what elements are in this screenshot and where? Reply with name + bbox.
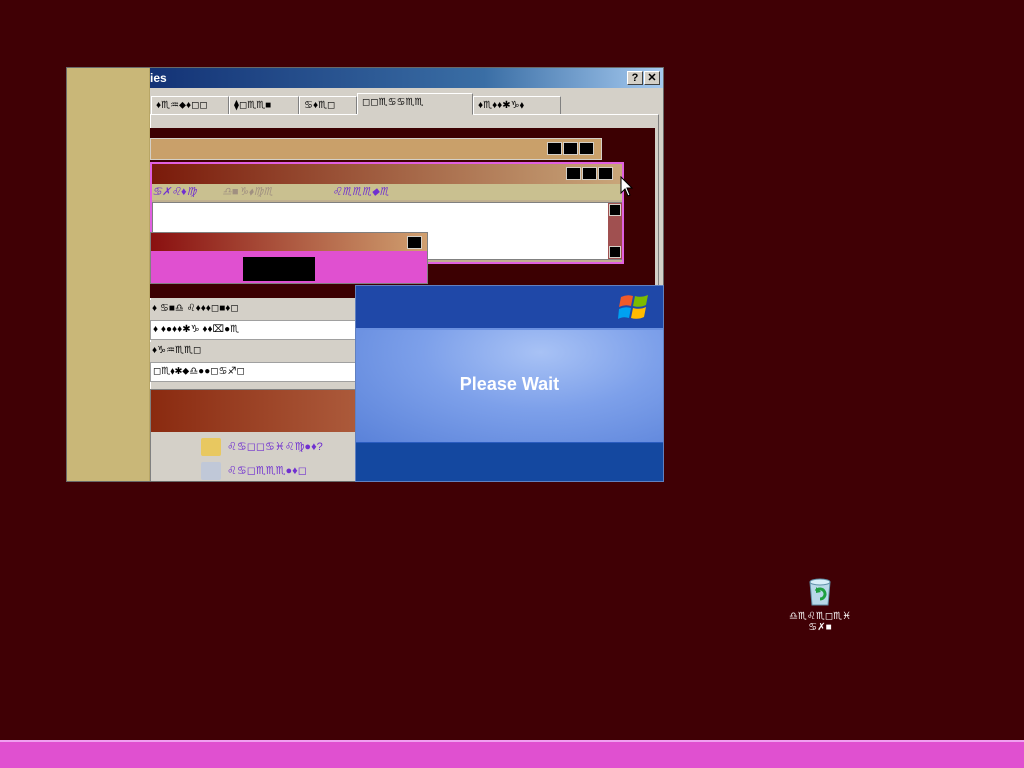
message-box-titlebar	[151, 233, 427, 251]
window-button	[598, 167, 613, 180]
recycle-bin-label: ♎︎♏︎♌︎♏︎◻︎♏︎♓︎ ♋︎✗︎■︎	[788, 611, 852, 633]
recycle-bin[interactable]: ♎︎♏︎♌︎♏︎◻︎♏︎♓︎ ♋︎✗︎■︎	[782, 577, 858, 637]
menu-item-label: ♌︎♋︎◻︎♏︎♏︎♏︎●︎♦︎◻︎	[227, 465, 307, 477]
scroll-up-button	[609, 204, 621, 216]
splash-footer	[356, 442, 663, 481]
window-button	[563, 142, 578, 155]
menu-bar-preview: ♋︎✗︎♌︎♦︎♍︎ ♎︎■︎♑︎⬧︎♍︎♏︎ ♌︎♏︎♏︎♏︎⬥︎♏︎	[152, 184, 622, 200]
folder-icon	[201, 438, 221, 456]
scroll-down-button	[609, 246, 621, 258]
menu-header	[151, 390, 381, 432]
close-button[interactable]: ✕	[644, 71, 660, 85]
tab-2[interactable]: ⧫︎◻︎♏︎♏︎■︎	[229, 96, 299, 115]
taskbar	[0, 740, 1024, 768]
menu-item: ♌︎♏︎♏︎♏︎⬥︎♏︎	[332, 186, 390, 198]
please-wait-splash: Please Wait	[355, 285, 664, 482]
menu-item: ♋︎✗︎♌︎♦︎♍︎	[152, 186, 197, 198]
dialog-titlebar[interactable]: ties ? ✕	[67, 68, 663, 88]
splash-header	[356, 286, 663, 328]
ok-button-preview	[243, 257, 315, 281]
settings-row[interactable]: ♦︎ ♦︎●︎♦︎♦︎✱︎♑︎ ♦︎♦︎⌧︎●︎♏︎	[150, 320, 356, 340]
message-box-preview	[150, 232, 428, 284]
menu-item: ♌︎♋︎◻︎◻︎♋︎♓︎♌︎♍︎●︎♦︎?	[201, 436, 323, 458]
please-wait-text: Please Wait	[459, 374, 560, 394]
menu-preview-fragment: ♌︎♋︎◻︎◻︎♋︎♓︎♌︎♍︎●︎♦︎? ♌︎♋︎◻︎♏︎♏︎♏︎●︎♦︎◻︎	[150, 389, 382, 481]
window-button	[407, 236, 422, 249]
window-button	[579, 142, 594, 155]
tab-4[interactable]: ◻︎◻︎♏︎♋︎♋︎♏︎♏︎	[357, 93, 473, 115]
tab-1[interactable]: ♦♏︎♒︎⬥︎♦︎◻︎◻︎	[151, 96, 229, 115]
window-button	[582, 167, 597, 180]
settings-row[interactable]: ◻︎♏︎⬧︎✱︎⬥︎♎︎●︎●︎◻︎♋︎♐︎◻︎	[150, 362, 356, 382]
tab-3[interactable]: ♋︎♦︎♏︎◻︎	[299, 96, 357, 115]
tab-5[interactable]: ♦︎♏︎♦︎♦︎✱︎♑︎⬧︎	[473, 96, 561, 115]
menu-item: ♎︎■︎♑︎⬧︎♍︎♏︎	[222, 186, 274, 198]
scrollbar-preview	[608, 203, 622, 259]
mouse-cursor-icon	[620, 176, 634, 197]
menu-item-label: ♌︎♋︎◻︎◻︎♋︎♓︎♌︎♍︎●︎♦︎?	[227, 441, 323, 453]
window-button	[566, 167, 581, 180]
menu-item: ♌︎♋︎◻︎♏︎♏︎♏︎●︎♦︎◻︎	[201, 460, 307, 481]
splash-body: Please Wait	[356, 328, 663, 442]
settings-list: ♦︎ ♋︎■︎♎︎ ♌︎♦︎♦︎♦︎◻︎■︎♦︎◻︎ ♦︎ ♦︎●︎♦︎♦︎✱︎…	[150, 300, 356, 390]
help-button[interactable]: ?	[627, 71, 643, 85]
overlay-panel	[67, 68, 150, 481]
windows-logo-icon	[618, 295, 648, 319]
active-window-titlebar	[152, 164, 622, 184]
recycle-bin-icon[interactable]	[806, 577, 834, 607]
settings-row[interactable]: ♦︎ ♋︎■︎♎︎ ♌︎♦︎♦︎♦︎◻︎■︎♦︎◻︎	[150, 300, 356, 320]
settings-row[interactable]: ♦︎♑︎♒︎♏︎♏︎◻︎	[150, 342, 356, 362]
window-button	[547, 142, 562, 155]
inactive-window-preview	[150, 138, 602, 160]
message-box-body	[151, 251, 427, 283]
document-icon	[201, 462, 221, 480]
